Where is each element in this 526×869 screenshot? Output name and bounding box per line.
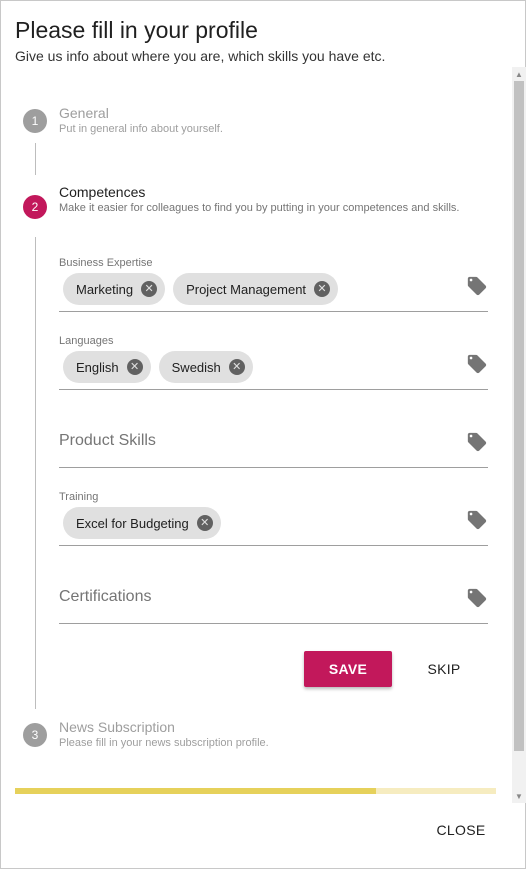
languages-chips: English ✕ Swedish ✕: [63, 351, 253, 383]
business-expertise-label: Business Expertise: [59, 257, 153, 269]
remove-chip-icon[interactable]: ✕: [126, 359, 143, 375]
chip-label: Project Management: [186, 281, 307, 297]
tag-icon[interactable]: [466, 431, 488, 453]
chip-label: Swedish: [171, 359, 221, 375]
product-skills-placeholder: Product Skills: [59, 432, 156, 449]
scrollbar-thumb[interactable]: [514, 81, 524, 751]
step-3-number[interactable]: 3: [23, 723, 47, 747]
product-skills-field[interactable]: Product Skills: [59, 411, 488, 468]
business-expertise-chips: Marketing ✕ Project Management ✕: [63, 273, 339, 305]
close-button[interactable]: CLOSE: [431, 813, 491, 847]
training-field[interactable]: Training Excel for Budgeting ✕: [59, 489, 488, 546]
chip-english: English ✕: [63, 351, 151, 383]
profile-dialog: Please fill in your profile Give us info…: [0, 0, 526, 869]
chip-swedish: Swedish ✕: [158, 351, 253, 383]
step-connector: [35, 143, 36, 175]
tag-icon[interactable]: [466, 353, 488, 375]
training-label: Training: [59, 491, 99, 503]
business-expertise-field[interactable]: Business Expertise Marketing ✕ Project M…: [59, 255, 488, 312]
scroll-down-icon[interactable]: ▼: [512, 789, 526, 803]
step-1-number[interactable]: 1: [23, 109, 47, 133]
scroll-up-icon[interactable]: ▲: [512, 67, 526, 81]
stepper-content: 1 General Put in general info about your…: [1, 67, 513, 803]
dialog-subtitle: Give us info about where you are, which …: [15, 48, 386, 64]
languages-label: Languages: [59, 335, 114, 347]
chip-project-management: Project Management ✕: [173, 273, 339, 305]
remove-chip-icon[interactable]: ✕: [141, 281, 158, 297]
languages-field[interactable]: Languages English ✕ Swedish ✕: [59, 333, 488, 390]
chip-label: English: [76, 359, 119, 375]
step-2-description: Make it easier for colleagues to find yo…: [59, 202, 460, 214]
remove-chip-icon[interactable]: ✕: [196, 515, 213, 531]
tag-icon[interactable]: [466, 509, 488, 531]
vertical-scrollbar[interactable]: ▲ ▼: [512, 67, 526, 803]
step-2-title[interactable]: Competences: [59, 184, 145, 200]
tag-icon[interactable]: [466, 275, 488, 297]
chip-label: Excel for Budgeting: [76, 515, 189, 531]
certifications-field[interactable]: Certifications: [59, 567, 488, 624]
training-chips: Excel for Budgeting ✕: [63, 507, 221, 539]
step-3-description: Please fill in your news subscription pr…: [59, 737, 269, 749]
step-2-number[interactable]: 2: [23, 195, 47, 219]
skip-button[interactable]: SKIP: [412, 651, 476, 687]
save-button[interactable]: SAVE: [304, 651, 392, 687]
chip-label: Marketing: [76, 281, 134, 297]
step-connector: [35, 237, 36, 709]
chip-marketing: Marketing ✕: [63, 273, 166, 305]
progress-bar-fill: [15, 788, 376, 794]
progress-bar: [15, 788, 496, 794]
remove-chip-icon[interactable]: ✕: [228, 359, 245, 375]
dialog-title: Please fill in your profile: [15, 17, 258, 43]
step-1-description: Put in general info about yourself.: [59, 123, 223, 135]
certifications-placeholder: Certifications: [59, 588, 152, 605]
step-3-title[interactable]: News Subscription: [59, 719, 175, 735]
chip-excel-for-budgeting: Excel for Budgeting ✕: [63, 507, 221, 539]
tag-icon[interactable]: [466, 587, 488, 609]
step-1-title[interactable]: General: [59, 105, 109, 121]
remove-chip-icon[interactable]: ✕: [314, 281, 331, 297]
